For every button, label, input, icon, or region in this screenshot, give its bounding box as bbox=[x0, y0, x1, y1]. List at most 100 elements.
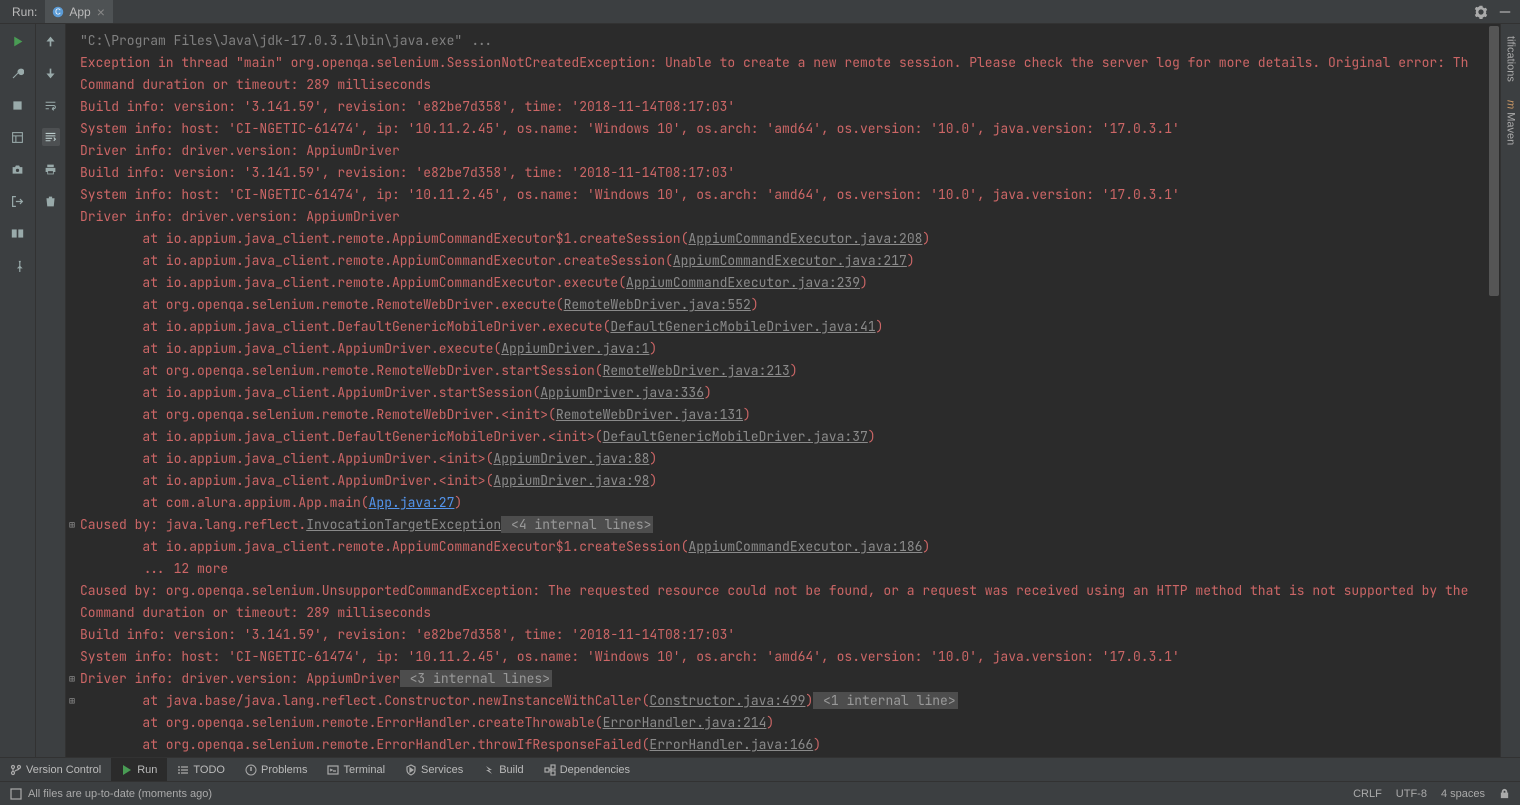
notifications-tab[interactable]: tifications bbox=[1505, 32, 1517, 86]
scrollbar-thumb[interactable] bbox=[1489, 26, 1499, 296]
svg-text:C: C bbox=[56, 7, 62, 16]
tab-build[interactable]: Build bbox=[473, 758, 533, 781]
console-line: Exception in thread "main" org.openqa.se… bbox=[72, 52, 1520, 74]
camera-icon[interactable] bbox=[9, 160, 27, 178]
right-sidebar: tifications m Maven bbox=[1500, 24, 1520, 757]
build-icon bbox=[483, 764, 495, 776]
problems-icon bbox=[245, 764, 257, 776]
source-link[interactable]: AppiumCommandExecutor.java:186 bbox=[688, 538, 922, 555]
console-line: at io.appium.java_client.AppiumDriver.<i… bbox=[72, 448, 1520, 470]
tab-todo[interactable]: TODO bbox=[167, 758, 235, 781]
source-link[interactable]: DefaultGenericMobileDriver.java:41 bbox=[610, 318, 875, 335]
todo-icon bbox=[177, 764, 189, 776]
terminal-icon bbox=[327, 764, 339, 776]
exit-icon[interactable] bbox=[9, 192, 27, 210]
up-arrow-icon[interactable] bbox=[42, 32, 60, 50]
console-line: at io.appium.java_client.remote.AppiumCo… bbox=[72, 228, 1520, 250]
source-link[interactable]: AppiumDriver.java:88 bbox=[493, 450, 649, 467]
fold-region[interactable]: <1 internal line> bbox=[813, 692, 957, 709]
console-line: at org.openqa.selenium.remote.ErrorHandl… bbox=[72, 712, 1520, 734]
expand-icon[interactable]: ⊞ bbox=[66, 668, 78, 690]
source-link[interactable]: RemoteWebDriver.java:552 bbox=[564, 296, 751, 313]
tab-services[interactable]: Services bbox=[395, 758, 473, 781]
class-icon: C bbox=[51, 5, 65, 19]
tab-terminal[interactable]: Terminal bbox=[317, 758, 395, 781]
expand-icon[interactable]: ⊞ bbox=[66, 690, 78, 712]
status-indent[interactable]: 4 spaces bbox=[1441, 788, 1485, 800]
source-link[interactable]: AppiumCommandExecutor.java:208 bbox=[688, 230, 922, 247]
console-line: System info: host: 'CI-NGETIC-61474', ip… bbox=[72, 118, 1520, 140]
source-link[interactable]: InvocationTargetException bbox=[306, 516, 501, 533]
console-line: ⊞ at java.base/java.lang.reflect.Constru… bbox=[72, 690, 1520, 712]
console-line: Build info: version: '3.141.59', revisio… bbox=[72, 96, 1520, 118]
bottom-toolbar: Version Control Run TODO Problems Termin… bbox=[0, 757, 1520, 781]
close-icon[interactable]: × bbox=[95, 4, 107, 20]
status-icon bbox=[10, 788, 22, 800]
source-link[interactable]: AppiumDriver.java:98 bbox=[493, 472, 649, 489]
source-link[interactable]: ErrorHandler.java:214 bbox=[603, 714, 767, 731]
run-panel-main: "C:\Program Files\Java\jdk-17.0.3.1\bin\… bbox=[0, 24, 1520, 757]
source-link[interactable]: ErrorHandler.java:166 bbox=[649, 736, 813, 753]
console-line: ... 12 more bbox=[72, 558, 1520, 580]
down-arrow-icon[interactable] bbox=[42, 64, 60, 82]
dependencies-icon bbox=[544, 764, 556, 776]
stop-icon[interactable] bbox=[9, 96, 27, 114]
source-link[interactable]: AppiumDriver.java:1 bbox=[501, 340, 649, 357]
scroll-end-icon[interactable] bbox=[42, 128, 60, 146]
source-link[interactable]: AppiumCommandExecutor.java:217 bbox=[673, 252, 907, 269]
source-link[interactable]: AppiumDriver.java:336 bbox=[540, 384, 704, 401]
tab-label: App bbox=[69, 5, 90, 19]
console-line: at io.appium.java_client.remote.AppiumCo… bbox=[72, 272, 1520, 294]
run-panel-header: Run: C App × bbox=[0, 0, 1520, 24]
console-line: Driver info: driver.version: AppiumDrive… bbox=[72, 140, 1520, 162]
console-line: "C:\Program Files\Java\jdk-17.0.3.1\bin\… bbox=[72, 30, 1520, 52]
console-line: at org.openqa.selenium.remote.RemoteWebD… bbox=[72, 360, 1520, 382]
lock-icon[interactable] bbox=[1499, 788, 1510, 800]
console-line: System info: host: 'CI-NGETIC-61474', ip… bbox=[72, 646, 1520, 668]
branch-icon bbox=[10, 764, 22, 776]
console-line: Command duration or timeout: 289 millise… bbox=[72, 602, 1520, 624]
status-crlf[interactable]: CRLF bbox=[1353, 788, 1382, 800]
console-line: Build info: version: '3.141.59', revisio… bbox=[72, 162, 1520, 184]
expand-icon[interactable]: ⊞ bbox=[66, 514, 78, 536]
console-line: ⊞Driver info: driver.version: AppiumDriv… bbox=[72, 668, 1520, 690]
gear-icon[interactable] bbox=[1472, 3, 1490, 21]
source-link[interactable]: RemoteWebDriver.java:213 bbox=[603, 362, 790, 379]
fold-region[interactable]: <3 internal lines> bbox=[400, 670, 552, 687]
pin-icon[interactable] bbox=[9, 256, 27, 274]
source-link[interactable]: AppiumCommandExecutor.java:239 bbox=[626, 274, 860, 291]
tab-version-control[interactable]: Version Control bbox=[0, 758, 111, 781]
minimize-icon[interactable] bbox=[1496, 3, 1514, 21]
console-line: at io.appium.java_client.DefaultGenericM… bbox=[72, 316, 1520, 338]
print-icon[interactable] bbox=[42, 160, 60, 178]
source-link[interactable]: RemoteWebDriver.java:131 bbox=[556, 406, 743, 423]
status-encoding[interactable]: UTF-8 bbox=[1396, 788, 1427, 800]
wrench-icon[interactable] bbox=[9, 64, 27, 82]
fold-region[interactable]: <4 internal lines> bbox=[501, 516, 653, 533]
console-line: Build info: version: '3.141.59', revisio… bbox=[72, 624, 1520, 646]
layout-icon[interactable] bbox=[9, 128, 27, 146]
left-gutter-secondary bbox=[36, 24, 66, 757]
console-line: at io.appium.java_client.AppiumDriver.st… bbox=[72, 382, 1520, 404]
console-output[interactable]: "C:\Program Files\Java\jdk-17.0.3.1\bin\… bbox=[66, 24, 1520, 757]
source-link[interactable]: App.java:27 bbox=[369, 494, 455, 511]
source-link[interactable]: DefaultGenericMobileDriver.java:37 bbox=[603, 428, 868, 445]
console-line: at io.appium.java_client.AppiumDriver.<i… bbox=[72, 470, 1520, 492]
vertical-scrollbar[interactable] bbox=[1489, 26, 1499, 756]
tab-dependencies[interactable]: Dependencies bbox=[534, 758, 640, 781]
console-line: ⊞Caused by: java.lang.reflect.Invocation… bbox=[72, 514, 1520, 536]
rerun-icon[interactable] bbox=[9, 32, 27, 50]
maven-tab[interactable]: m Maven bbox=[1505, 96, 1517, 149]
split-icon[interactable] bbox=[9, 224, 27, 242]
run-label: Run: bbox=[0, 5, 45, 19]
source-link[interactable]: Constructor.java:499 bbox=[649, 692, 805, 709]
tab-run[interactable]: Run bbox=[111, 758, 167, 781]
wrap-icon[interactable] bbox=[42, 96, 60, 114]
services-icon bbox=[405, 764, 417, 776]
console-line: at io.appium.java_client.remote.AppiumCo… bbox=[72, 250, 1520, 272]
tab-problems[interactable]: Problems bbox=[235, 758, 317, 781]
trash-icon[interactable] bbox=[42, 192, 60, 210]
run-tab-app[interactable]: C App × bbox=[45, 0, 113, 23]
console-line: Caused by: org.openqa.selenium.Unsupport… bbox=[72, 580, 1520, 602]
console-line: at io.appium.java_client.AppiumDriver.ex… bbox=[72, 338, 1520, 360]
